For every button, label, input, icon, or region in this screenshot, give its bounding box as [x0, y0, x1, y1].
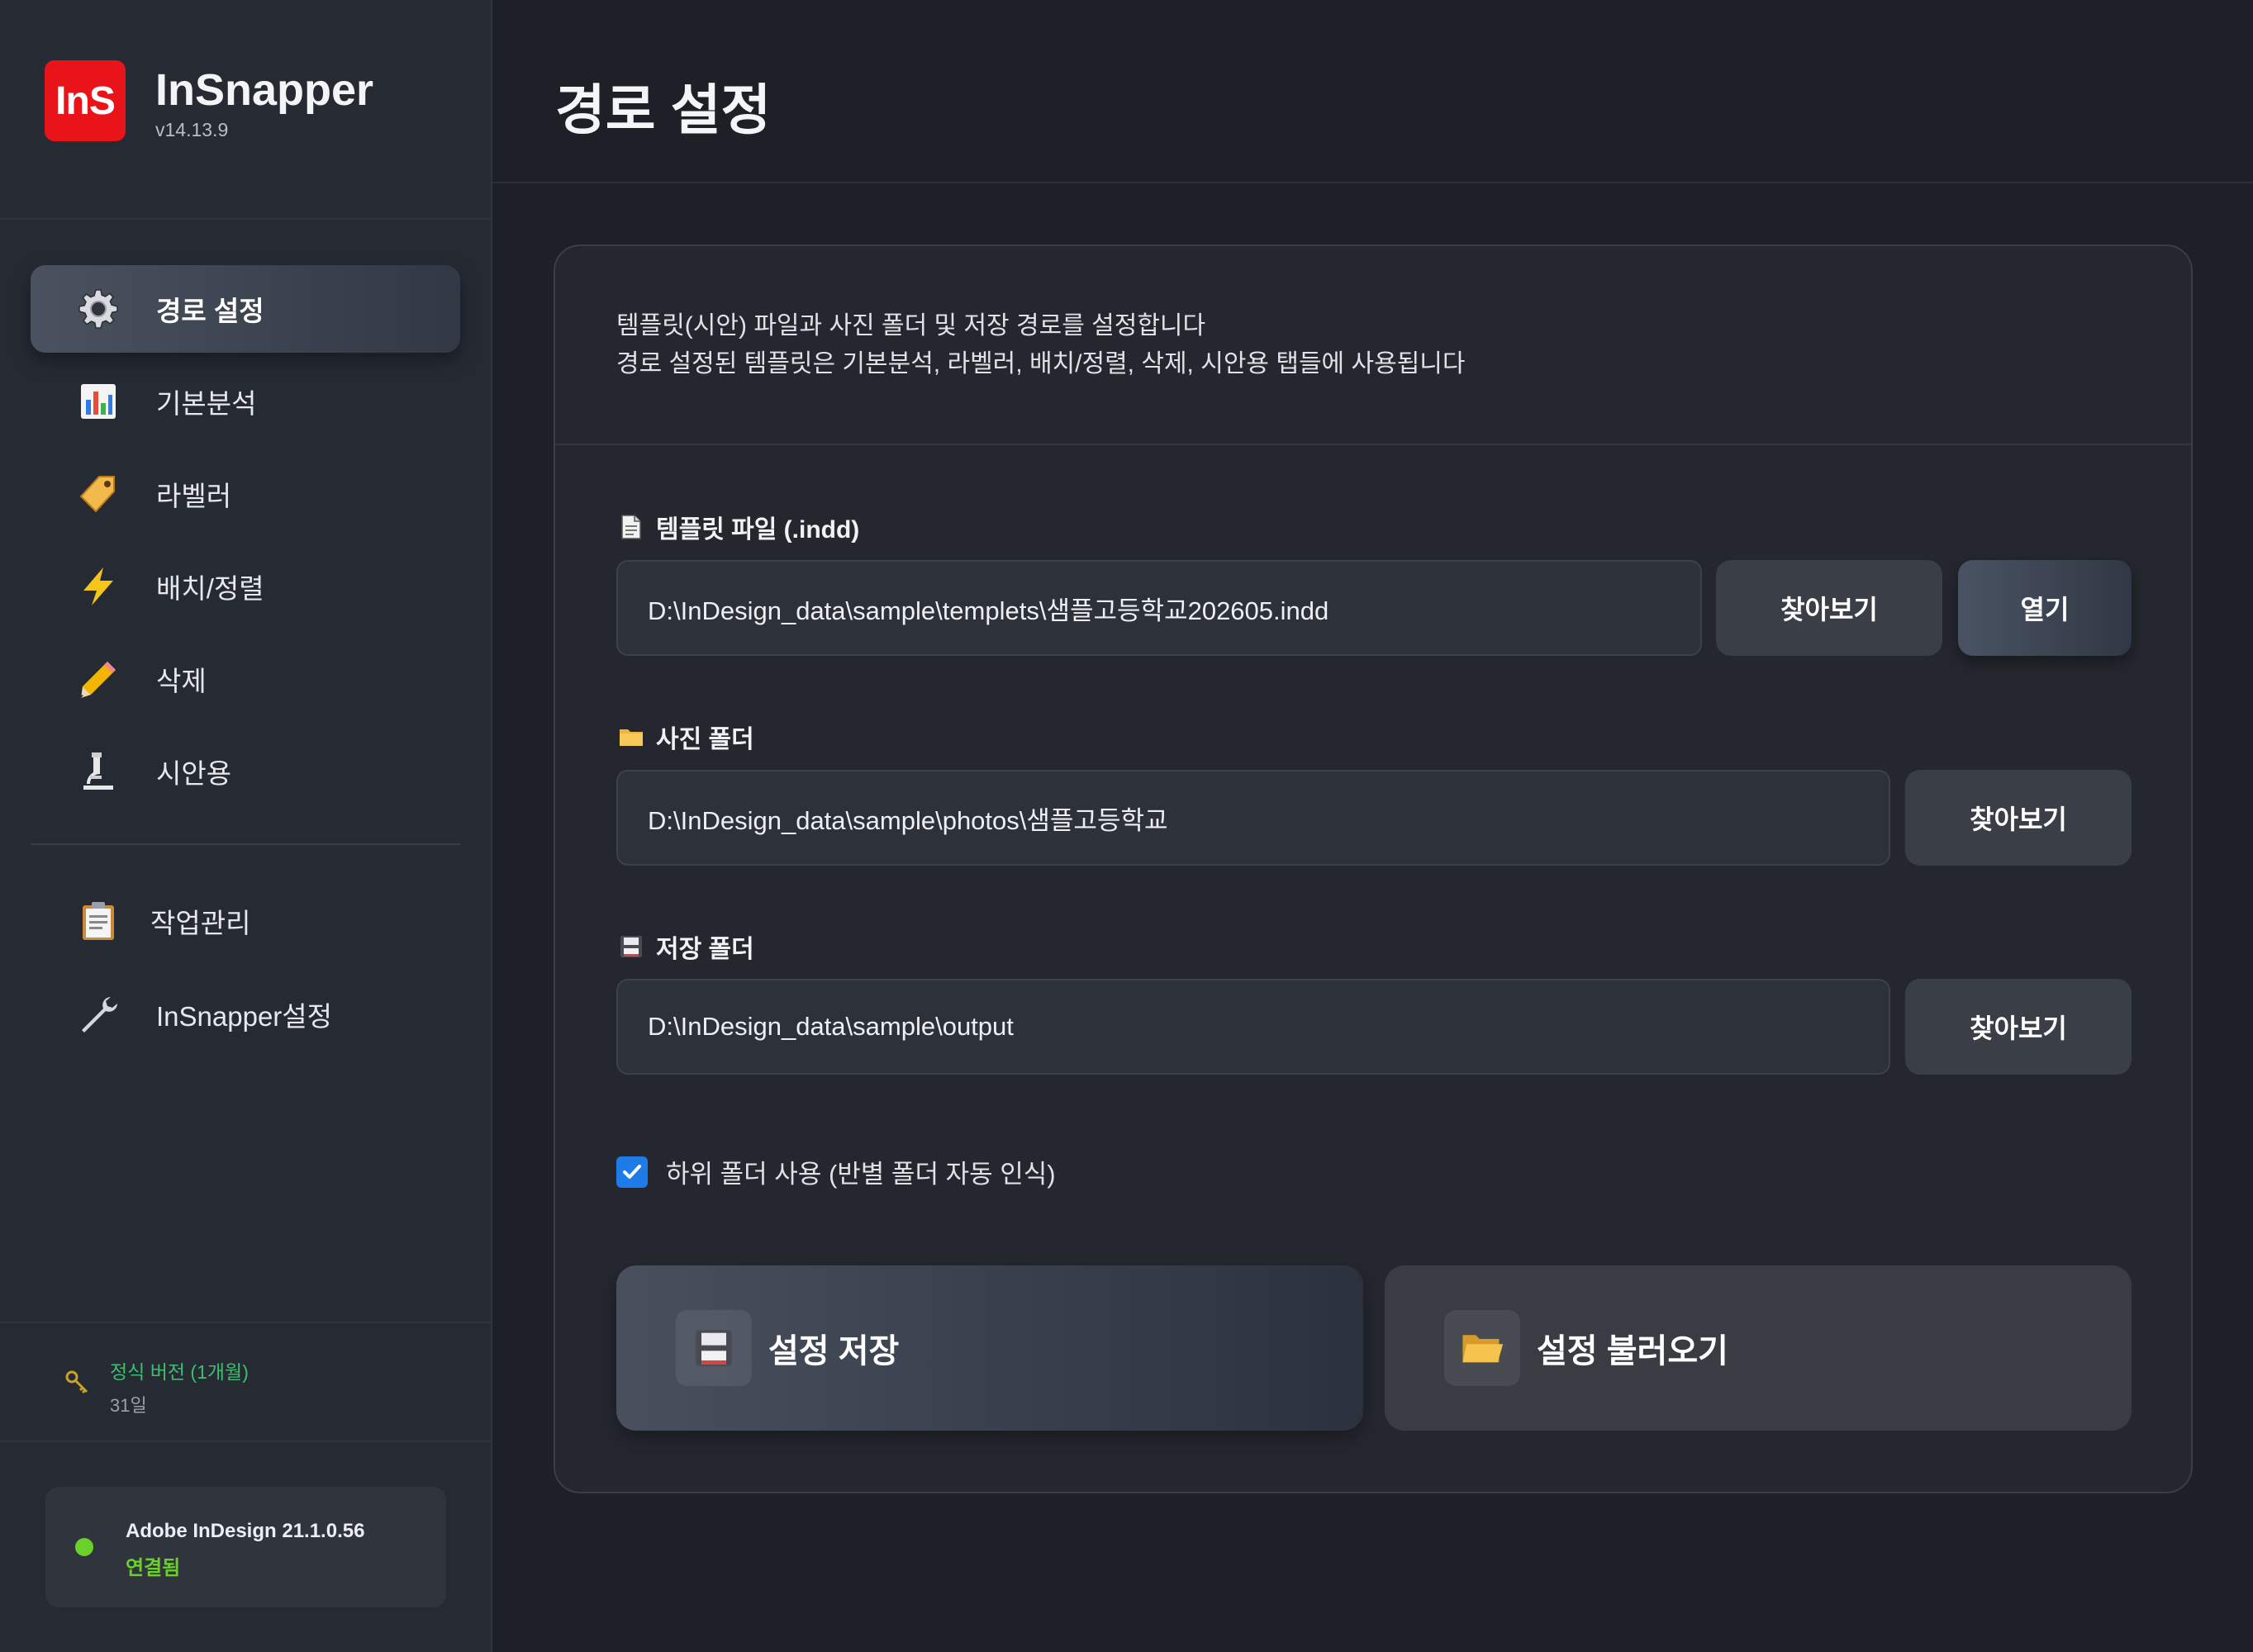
- output-folder-browse-button[interactable]: 찾아보기: [1905, 979, 2132, 1075]
- key-icon: [64, 1370, 89, 1398]
- floppy-icon: [618, 933, 644, 960]
- template-open-button[interactable]: 열기: [1958, 560, 2132, 656]
- lightning-icon: [77, 565, 120, 608]
- sidebar-item-label: 작업관리: [150, 908, 251, 938]
- app-name: InSnapper: [155, 65, 374, 115]
- photo-folder-label: 사진 폴더: [618, 719, 754, 755]
- sidebar-item-basic-analysis[interactable]: 기본분석: [31, 358, 460, 445]
- photo-folder-browse-button[interactable]: 찾아보기: [1905, 770, 2132, 866]
- sidebar-item-label: InSnapper설정: [156, 1001, 333, 1032]
- save-settings-label: 설정 저장: [768, 1333, 900, 1370]
- bar-chart-icon: [77, 380, 120, 423]
- brand-header: InS InSnapper v14.13.9: [0, 0, 491, 220]
- panel-description: 템플릿(시안) 파일과 사진 폴더 및 저장 경로를 설정합니다 경로 설정된 …: [616, 307, 1466, 383]
- sidebar-item-label: 기본분석: [156, 388, 257, 419]
- wrench-icon: [77, 993, 120, 1036]
- sidebar-item-delete[interactable]: 삭제: [31, 635, 460, 723]
- template-browse-button[interactable]: 찾아보기: [1716, 560, 1942, 656]
- tag-icon: [77, 472, 120, 515]
- license-info: 정식 버전 (1개월) 31일: [0, 1322, 491, 1442]
- folder-icon: [618, 724, 644, 750]
- nav-divider: [31, 843, 460, 845]
- template-file-label-text: 템플릿 파일 (.indd): [656, 516, 860, 544]
- subfolder-option[interactable]: 하위 폴더 사용 (반별 폴더 자동 인식): [616, 1153, 1056, 1190]
- settings-panel: 템플릿(시안) 파일과 사진 폴더 및 저장 경로를 설정합니다 경로 설정된 …: [554, 244, 2193, 1493]
- sidebar-item-label: 삭제: [156, 666, 207, 696]
- sidebar-item-job-management[interactable]: 작업관리: [31, 877, 460, 965]
- sidebar-item-path-settings[interactable]: 경로 설정: [31, 265, 460, 353]
- sidebar-item-label: 라벨러: [156, 481, 232, 511]
- app-logo: InS: [45, 60, 126, 141]
- pencil-icon: [77, 657, 120, 700]
- photo-folder-input[interactable]: [616, 770, 1890, 866]
- page-title: 경로 설정: [555, 79, 772, 140]
- document-icon: [618, 514, 644, 540]
- sidebar-item-label: 배치/정렬: [156, 573, 264, 604]
- status-indicator: [75, 1538, 93, 1556]
- photo-folder-label-text: 사진 폴더: [656, 726, 754, 753]
- app-version: v14.13.9: [155, 119, 229, 140]
- sidebar-item-placement[interactable]: 배치/정렬: [31, 543, 460, 630]
- load-settings-button[interactable]: 설정 불러오기: [1385, 1265, 2132, 1431]
- output-folder-label: 저장 폴더: [618, 928, 754, 965]
- sidebar-item-draft[interactable]: 시안용: [31, 728, 460, 815]
- license-days: 31일: [110, 1395, 147, 1416]
- microscope-icon: [77, 750, 120, 793]
- description-line: 템플릿(시안) 파일과 사진 폴더 및 저장 경로를 설정합니다: [616, 312, 1206, 339]
- output-folder-label-text: 저장 폴더: [656, 936, 754, 963]
- status-app-name: Adobe InDesign 21.1.0.56: [126, 1520, 365, 1542]
- license-title: 정식 버전 (1개월): [110, 1361, 249, 1383]
- gear-icon: [77, 287, 120, 330]
- connection-status-card: Adobe InDesign 21.1.0.56 연결됨: [45, 1487, 446, 1607]
- template-file-label: 템플릿 파일 (.indd): [618, 509, 859, 545]
- sidebar-item-label: 경로 설정: [156, 296, 264, 326]
- floppy-icon: [676, 1310, 752, 1386]
- description-line: 경로 설정된 템플릿은 기본분석, 라벨러, 배치/정렬, 삭제, 시안용 탭들…: [616, 350, 1466, 377]
- output-folder-input[interactable]: [616, 979, 1890, 1075]
- subfolder-checkbox[interactable]: [616, 1156, 648, 1188]
- subfolder-checkbox-label: 하위 폴더 사용 (반별 폴더 자동 인식): [666, 1160, 1056, 1189]
- load-settings-label: 설정 불러오기: [1537, 1333, 1728, 1370]
- sidebar-item-insnapper-settings[interactable]: InSnapper설정: [31, 971, 460, 1058]
- page-header: 경로 설정: [492, 0, 2253, 183]
- save-settings-button[interactable]: 설정 저장: [616, 1265, 1363, 1431]
- panel-divider: [555, 444, 2191, 445]
- sidebar-item-label: 시안용: [156, 758, 232, 789]
- open-folder-icon: [1444, 1310, 1520, 1386]
- template-file-input[interactable]: [616, 560, 1702, 656]
- clipboard-icon: [77, 900, 120, 942]
- status-state: 연결됨: [126, 1557, 181, 1579]
- sidebar: InS InSnapper v14.13.9 경로 설정 기본분석 라벨러 배치…: [0, 0, 492, 1652]
- sidebar-item-labeler[interactable]: 라벨러: [31, 450, 460, 538]
